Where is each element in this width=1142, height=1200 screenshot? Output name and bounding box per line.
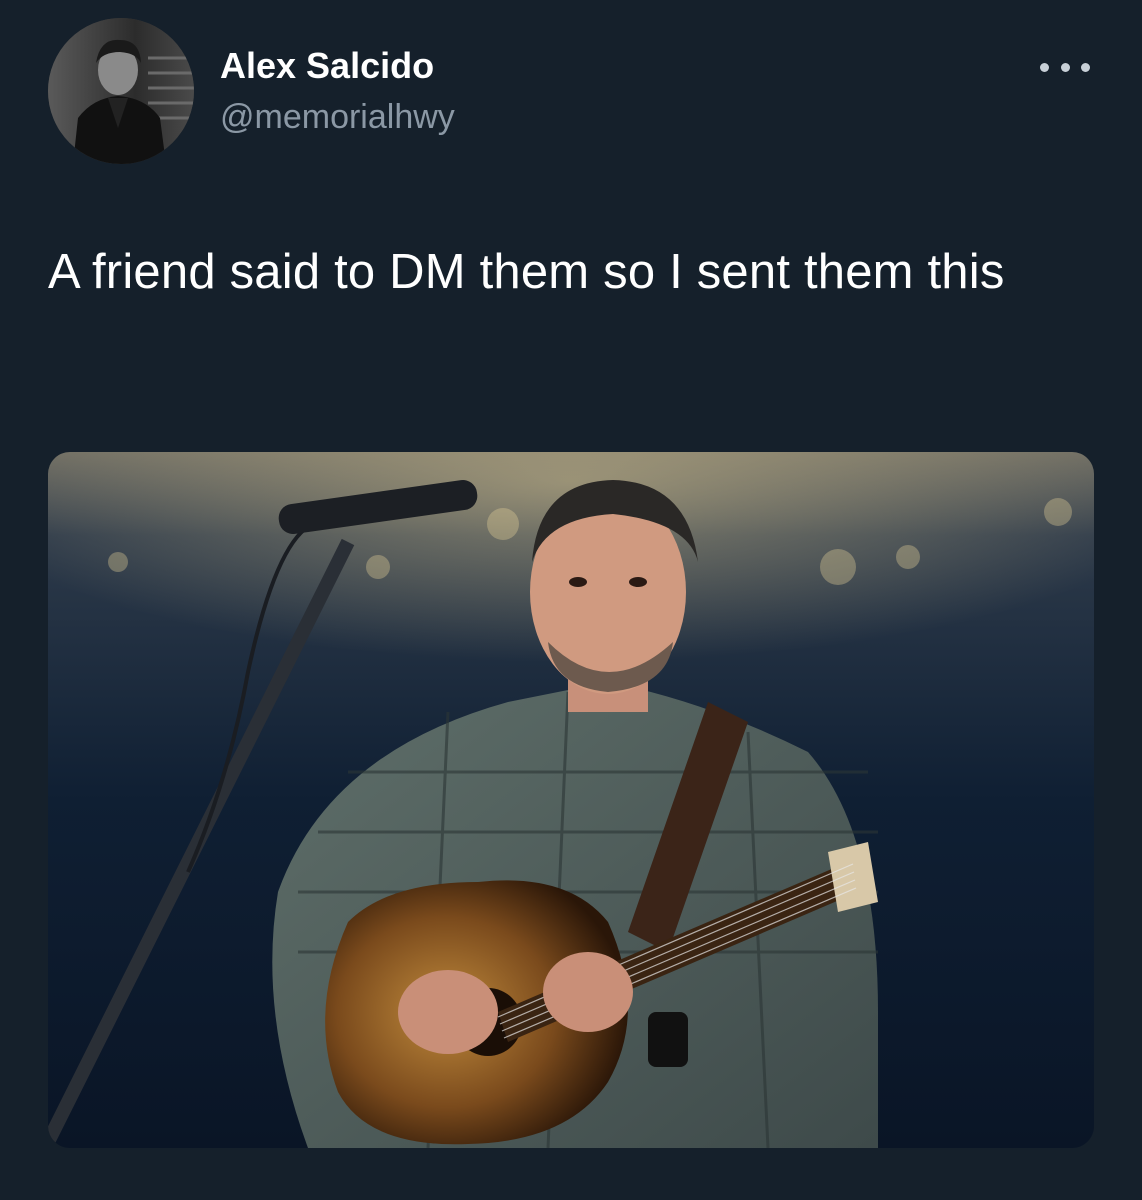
tweet-text: A friend said to DM them so I sent them … xyxy=(48,245,1005,299)
more-options-button[interactable] xyxy=(1036,50,1094,84)
author-avatar[interactable] xyxy=(48,18,194,164)
tweet-media-photo[interactable] xyxy=(48,452,1094,1148)
avatar-photo-icon xyxy=(48,18,194,164)
tweet: Alex Salcido @memorialhwy A friend said … xyxy=(0,0,1142,1200)
author-name[interactable]: Alex Salcido xyxy=(220,44,434,88)
author-handle[interactable]: @memorialhwy xyxy=(220,96,455,138)
photo-musician-with-guitar-icon xyxy=(48,452,1094,1148)
more-options-icon xyxy=(1040,62,1049,72)
